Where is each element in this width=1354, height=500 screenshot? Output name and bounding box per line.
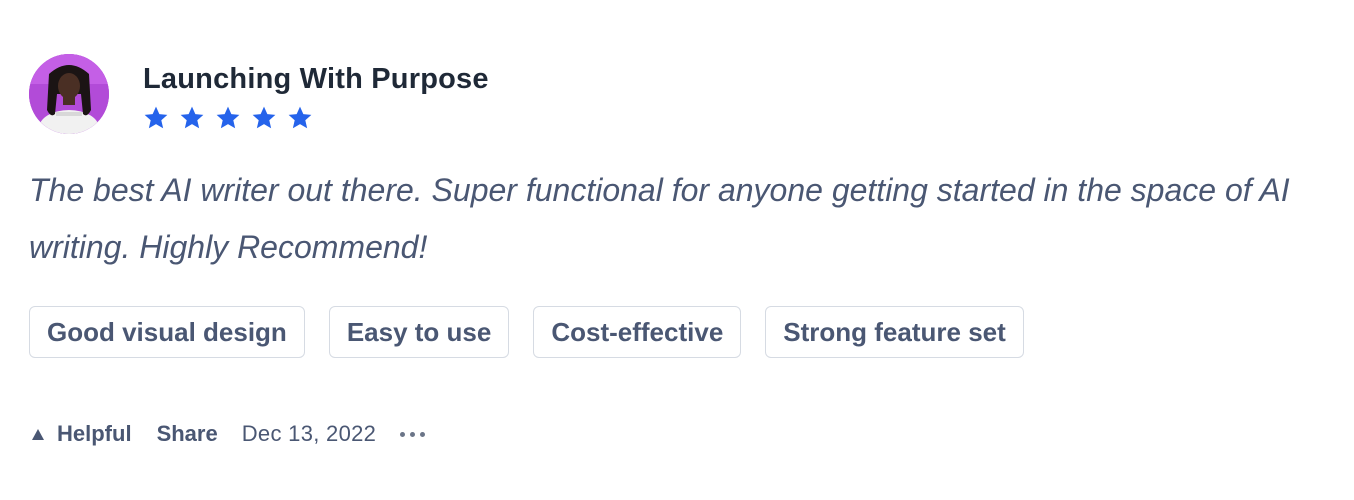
- triangle-up-icon: [32, 428, 44, 440]
- star-rating: [143, 105, 489, 131]
- tag-chip[interactable]: Cost-effective: [533, 306, 742, 358]
- avatar[interactable]: [29, 54, 109, 134]
- star-icon: [252, 106, 276, 129]
- share-button[interactable]: Share: [157, 421, 218, 447]
- tag-chip[interactable]: Strong feature set: [765, 306, 1024, 358]
- tag-chip[interactable]: Good visual design: [29, 306, 305, 358]
- more-horizontal-icon-dot: [420, 431, 426, 437]
- review-tags: Good visual design Easy to use Cost-effect…: [29, 306, 1024, 358]
- helpful-button[interactable]: Helpful: [32, 421, 132, 447]
- review-date: Dec 13, 2022: [241, 421, 377, 446]
- review-text: The best AI writer out there. Super func…: [29, 172, 1290, 265]
- review-header: Launching With Purpose: [29, 54, 489, 134]
- tag-chip[interactable]: Easy to use: [328, 306, 510, 358]
- review-card: Launching With Purpose The best AI write…: [0, 0, 1354, 500]
- more-options-button[interactable]: [400, 424, 426, 444]
- star-icon: [216, 106, 240, 129]
- star-icon: [180, 106, 204, 129]
- star-icon: [288, 106, 312, 129]
- helpful-label: Helpful: [57, 421, 132, 446]
- more-horizontal-icon-dot: [410, 431, 416, 437]
- star-icon: [144, 106, 168, 129]
- author-name: Launching With Purpose: [143, 63, 489, 95]
- avatar-image: [29, 54, 109, 134]
- author-block: Launching With Purpose: [143, 62, 489, 131]
- review-footer: Helpful Share Dec 13, 2022: [32, 419, 426, 449]
- more-horizontal-icon-dot: [400, 431, 406, 437]
